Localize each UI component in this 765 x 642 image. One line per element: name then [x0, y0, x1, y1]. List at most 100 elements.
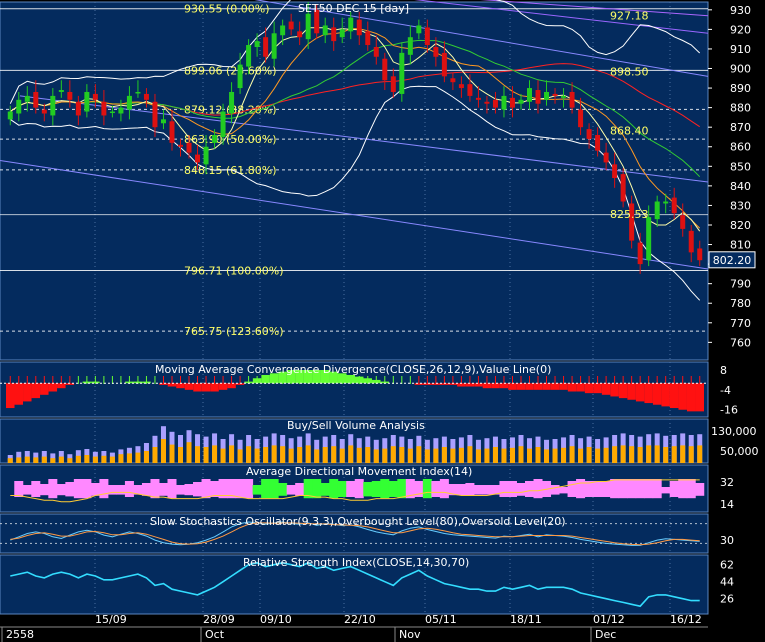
candle-body [263, 37, 269, 57]
candle-body [16, 99, 22, 114]
volume-bar-sell [441, 447, 447, 463]
candle-body [697, 248, 703, 261]
candle-body [212, 135, 218, 143]
candle-body [535, 90, 541, 104]
fib-level-label: 796.71 (100.00%) [184, 265, 284, 278]
candle-body [688, 230, 694, 253]
macd-axis-label: -4 [720, 384, 731, 397]
y-axis-tick-label: 870 [730, 121, 751, 134]
volume-bar-sell [348, 445, 354, 463]
y-axis-tick-label: 760 [730, 336, 751, 349]
volume-bar-sell [595, 448, 601, 463]
volume-bar-sell [390, 446, 396, 463]
candle-body [646, 217, 652, 261]
volume-bar-sell [365, 447, 371, 463]
volume-bar-sell [135, 452, 141, 463]
x-axis-date-label: 15/09 [95, 613, 127, 626]
volume-bar-sell [322, 447, 328, 463]
chart-window: 9309209109008908808708608508408308208108… [0, 0, 765, 642]
candle-body [680, 215, 686, 229]
candle-body [441, 52, 447, 77]
candle-body [297, 31, 303, 38]
candle-body [229, 91, 235, 114]
volume-bar-sell [160, 439, 166, 463]
volume-bar-sell [92, 456, 98, 463]
candle-body [152, 101, 158, 128]
volume-bar-sell [314, 449, 320, 463]
price-level-label: 825.53 [610, 208, 649, 221]
candle-body [186, 142, 192, 153]
price-level-label: 898.50 [610, 65, 649, 78]
y-axis-tick-label: 790 [730, 278, 751, 291]
candle-body [671, 197, 677, 214]
volume-bar-sell [109, 456, 115, 463]
candle-body [382, 58, 388, 81]
volume-bar-sell [518, 446, 524, 463]
adx-axis-label: 14 [720, 498, 734, 511]
volume-bar-sell [697, 445, 703, 463]
candle-body [467, 84, 473, 96]
candle-body [246, 45, 252, 67]
volume-bar-sell [16, 457, 22, 463]
volume-bar-sell [399, 447, 405, 463]
candle-body [126, 95, 132, 110]
candle-body [544, 91, 550, 100]
candle-body [24, 95, 30, 102]
volume-bar-sell [280, 446, 286, 463]
candle-body [169, 121, 175, 143]
candle-body [509, 97, 515, 108]
candle-body [135, 91, 141, 94]
candle-body [92, 93, 98, 100]
volume-bar-sell [84, 455, 90, 463]
volume-bar-sell [220, 448, 226, 463]
candle-body [578, 109, 584, 128]
volume-bar-sell [663, 447, 669, 463]
volume-bar-sell [331, 446, 337, 463]
candle-body [101, 101, 107, 116]
candle-body [654, 201, 660, 220]
y-axis-tick-label: 900 [730, 63, 751, 76]
y-axis-tick-label: 930 [730, 4, 751, 17]
volume-bar-sell [126, 453, 132, 463]
candle-body [663, 201, 669, 204]
candle-body [637, 242, 643, 265]
y-axis-tick-label: 920 [730, 23, 751, 36]
candle-body [7, 111, 13, 120]
chart-canvas[interactable]: 9309209109008908808708608508408308208108… [0, 0, 765, 642]
x-axis-month-label: 2558 [6, 628, 34, 641]
candle-body [220, 111, 226, 137]
volume-axis-label: 50,000 [720, 445, 759, 458]
stochastic-axis-label: 30 [720, 534, 734, 547]
price-level-label: 927.18 [610, 9, 649, 22]
stochastic-panel-title: Slow Stochastics Oscillator(9,3,3),Overb… [150, 515, 566, 528]
x-axis-date-label: 01/12 [593, 613, 625, 626]
adx-panel-title: Average Directional Movement Index(14) [246, 465, 472, 478]
fib-level-label: 930.55 (0.00%) [184, 3, 270, 16]
candle-body [160, 119, 166, 124]
candle-body [373, 46, 379, 57]
candle-body [331, 27, 337, 42]
candle-body [475, 97, 481, 100]
volume-bar-sell [50, 458, 56, 463]
candle-body [109, 111, 115, 114]
candle-body [390, 76, 396, 92]
fib-level-label: 765.75 (123.60%) [184, 325, 284, 338]
volume-bar-sell [339, 448, 345, 463]
candle-body [620, 174, 626, 202]
volume-bar-sell [75, 455, 81, 463]
volume-bar-sell [203, 447, 209, 463]
y-axis-tick-label: 810 [730, 239, 751, 252]
volume-bar-sell [152, 447, 158, 463]
volume-bar-sell [680, 445, 686, 463]
rsi-axis-label: 62 [720, 559, 734, 572]
candle-body [339, 29, 345, 38]
volume-bar-sell [416, 446, 422, 463]
y-axis-tick-label: 910 [730, 43, 751, 56]
volume-bar-sell [373, 449, 379, 463]
candle-body [118, 107, 124, 114]
rsi-axis-label: 44 [720, 576, 734, 589]
volume-bar-sell [67, 458, 73, 463]
volume-bar-sell [118, 454, 124, 463]
volume-bar-sell [288, 448, 294, 463]
volume-bar-sell [178, 447, 183, 463]
